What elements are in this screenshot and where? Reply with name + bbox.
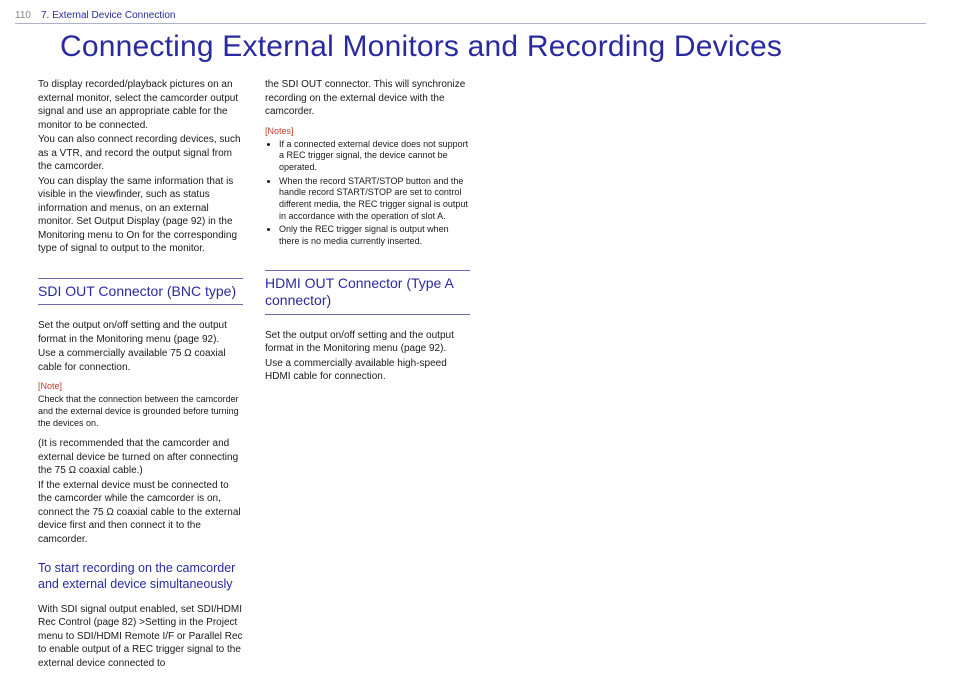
- page-title: Connecting External Monitors and Recordi…: [60, 30, 926, 64]
- page-number: 110: [15, 10, 31, 21]
- intro-paragraph: You can display the same information tha…: [38, 175, 243, 256]
- manual-page: 110 7. External Device Connection Connec…: [0, 0, 954, 675]
- body-paragraph: With SDI signal output enabled, set SDI/…: [38, 603, 243, 671]
- page-header: 110 7. External Device Connection: [15, 10, 926, 21]
- body-paragraph: Set the output on/off setting and the ou…: [38, 319, 243, 346]
- note-item: Only the REC trigger signal is output wh…: [279, 224, 470, 247]
- notes-list: If a connected external device does not …: [265, 139, 470, 248]
- column-1: To display recorded/playback pictures on…: [38, 78, 243, 671]
- body-paragraph: the SDI OUT connector. This will synchro…: [265, 78, 470, 119]
- intro-paragraph: To display recorded/playback pictures on…: [38, 78, 243, 132]
- column-2: the SDI OUT connector. This will synchro…: [265, 78, 470, 671]
- body-paragraph: Set the output on/off setting and the ou…: [265, 329, 470, 356]
- header-divider: [15, 23, 926, 24]
- content-columns: To display recorded/playback pictures on…: [38, 78, 926, 671]
- body-paragraph: If the external device must be connected…: [38, 479, 243, 547]
- hdmi-out-heading: HDMI OUT Connector (Type A connector): [265, 270, 470, 315]
- intro-paragraph: You can also connect recording devices, …: [38, 133, 243, 174]
- body-paragraph: Use a commercially available 75 Ω coaxia…: [38, 347, 243, 374]
- sdi-out-heading: SDI OUT Connector (BNC type): [38, 278, 243, 306]
- chapter-label: 7. External Device Connection: [41, 10, 176, 21]
- note-label: [Note]: [38, 380, 243, 392]
- body-paragraph: Use a commercially available high-speed …: [265, 357, 470, 384]
- simultaneous-recording-heading: To start recording on the camcorder and …: [38, 560, 243, 593]
- note-item: When the record START/STOP button and th…: [279, 176, 470, 223]
- note-item: If a connected external device does not …: [279, 139, 470, 174]
- notes-label: [Notes]: [265, 125, 470, 137]
- note-text: Check that the connection between the ca…: [38, 394, 243, 429]
- body-paragraph: (It is recommended that the camcorder an…: [38, 437, 243, 478]
